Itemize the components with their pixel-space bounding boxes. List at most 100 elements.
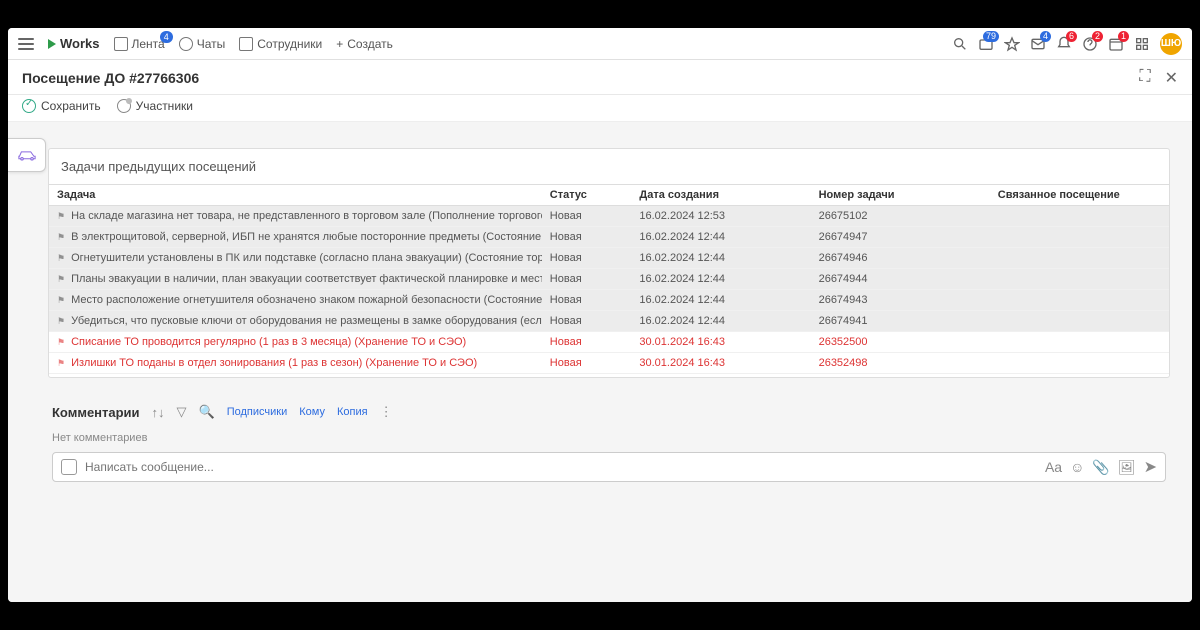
bell-badge: 6	[1066, 31, 1077, 42]
table-row[interactable]: Огнетушители установлены в ПК или подста…	[49, 248, 1169, 269]
expand-icon[interactable]: ⛶	[1139, 68, 1150, 88]
cell-linked	[990, 248, 1169, 268]
grid-icon[interactable]	[1134, 36, 1150, 52]
participants-button[interactable]: Участники	[117, 99, 193, 113]
cell-task: Огнетушители установлены в ПК или подста…	[49, 248, 542, 268]
cell-linked	[990, 311, 1169, 331]
table-row[interactable]: Демоформы упакованы в стреч-пленку (Хран…	[49, 374, 1169, 376]
cell-created: 16.02.2024 12:44	[631, 290, 810, 310]
feed-icon	[114, 37, 128, 51]
table-row[interactable]: Убедиться, что пусковые ключи от оборудо…	[49, 311, 1169, 332]
cell-status: Новая	[542, 332, 632, 352]
compose-bar: Aa ☺ 📎 🖼 ➤	[52, 452, 1166, 482]
cell-linked	[990, 206, 1169, 226]
save-button[interactable]: Сохранить	[22, 99, 101, 113]
cell-status: Новая	[542, 353, 632, 373]
comment-input[interactable]	[85, 460, 1037, 474]
bell-icon[interactable]: 6	[1056, 36, 1072, 52]
chat-icon	[179, 37, 193, 51]
cell-status: Новая	[542, 206, 632, 226]
no-comments: Нет комментариев	[52, 432, 1166, 444]
cell-created: 30.01.2024 16:43	[631, 332, 810, 352]
close-icon[interactable]: ✕	[1165, 68, 1178, 88]
brand-label: Works	[60, 36, 100, 51]
cell-status: Новая	[542, 311, 632, 331]
subscribers-link[interactable]: Подписчики	[227, 406, 288, 418]
search-icon[interactable]	[952, 36, 968, 52]
col-status[interactable]: Статус	[542, 185, 632, 205]
help-badge: 2	[1092, 31, 1103, 42]
col-linked[interactable]: Связанное посещение	[990, 185, 1169, 205]
star-icon[interactable]	[1004, 36, 1020, 52]
cell-status: Новая	[542, 248, 632, 268]
col-task[interactable]: Задача	[49, 185, 542, 205]
cell-status: Новая	[542, 374, 632, 376]
check-icon	[22, 99, 36, 113]
cell-task: В электрощитовой, серверной, ИБП не хран…	[49, 227, 542, 247]
filter-icon[interactable]: ▽	[177, 404, 187, 420]
nav-create[interactable]: + Создать	[336, 37, 393, 51]
sort-icon[interactable]: ↑↓	[152, 405, 165, 420]
table-row[interactable]: Место расположение огнетушителя обозначе…	[49, 290, 1169, 311]
cell-status: Новая	[542, 269, 632, 289]
nav-employees[interactable]: Сотрудники	[239, 37, 322, 51]
cell-task: Демоформы упакованы в стреч-пленку (Хран…	[49, 374, 542, 376]
table-row[interactable]: Излишки ТО поданы в отдел зонирования (1…	[49, 353, 1169, 374]
plus-icon: +	[336, 37, 343, 51]
calendar-badge: 1	[1118, 31, 1129, 42]
col-created[interactable]: Дата создания	[631, 185, 810, 205]
nav-employees-label: Сотрудники	[257, 37, 322, 51]
table-row[interactable]: Планы эвакуации в наличии, план эвакуаци…	[49, 269, 1169, 290]
cell-linked	[990, 227, 1169, 247]
col-number[interactable]: Номер задачи	[811, 185, 990, 205]
cell-created: 30.01.2024 16:43	[631, 374, 810, 376]
inbox-badge: 79	[983, 31, 999, 42]
image-icon[interactable]: 🖼	[1118, 459, 1136, 476]
emoji-icon[interactable]: ☺	[1070, 459, 1084, 475]
to-link[interactable]: Кому	[299, 406, 325, 418]
cell-number: 26675102	[811, 206, 990, 226]
mention-icon[interactable]	[61, 459, 77, 475]
attach-icon[interactable]: 📎	[1092, 459, 1109, 476]
send-icon[interactable]: ➤	[1144, 457, 1157, 477]
table-row[interactable]: На складе магазина нет товара, не предст…	[49, 206, 1169, 227]
table-header: Задача Статус Дата создания Номер задачи…	[49, 184, 1169, 206]
search-comments-icon[interactable]: 🔍	[199, 404, 215, 420]
cell-task: Убедиться, что пусковые ключи от оборудо…	[49, 311, 542, 331]
logo[interactable]: Works	[48, 36, 100, 51]
calendar-icon[interactable]: 1	[1108, 36, 1124, 52]
text-format-button[interactable]: Aa	[1045, 459, 1062, 475]
page-toolbar: Сохранить Участники	[8, 95, 1192, 122]
mail-badge: 4	[1040, 31, 1051, 42]
inbox-icon[interactable]: 79	[978, 36, 994, 52]
nav-feed[interactable]: Лента 4	[114, 37, 165, 51]
nav-chats[interactable]: Чаты	[179, 37, 226, 51]
feed-badge: 4	[160, 31, 173, 43]
page-title: Посещение ДО #27766306	[22, 70, 199, 86]
table-row[interactable]: Списание ТО проводится регулярно (1 раз …	[49, 332, 1169, 353]
cell-status: Новая	[542, 290, 632, 310]
help-icon[interactable]: 2	[1082, 36, 1098, 52]
cell-linked	[990, 269, 1169, 289]
more-icon[interactable]: ⋮	[380, 404, 393, 420]
side-tab-car[interactable]	[8, 138, 46, 172]
avatar[interactable]: ШЮ	[1160, 33, 1182, 55]
cell-created: 16.02.2024 12:44	[631, 311, 810, 331]
cell-task: Место расположение огнетушителя обозначе…	[49, 290, 542, 310]
people-icon	[239, 37, 253, 51]
mail-icon[interactable]: 4	[1030, 36, 1046, 52]
cell-number: 26352498	[811, 353, 990, 373]
table-row[interactable]: В электрощитовой, серверной, ИБП не хран…	[49, 227, 1169, 248]
tasks-panel: Задачи предыдущих посещений Задача Стату…	[48, 148, 1170, 378]
cell-created: 16.02.2024 12:44	[631, 248, 810, 268]
table-body[interactable]: На складе магазина нет товара, не предст…	[49, 206, 1169, 376]
cell-task: Излишки ТО поданы в отдел зонирования (1…	[49, 353, 542, 373]
copy-link[interactable]: Копия	[337, 406, 368, 418]
comments-section: Комментарии ↑↓ ▽ 🔍 Подписчики Кому Копия…	[48, 404, 1170, 482]
cell-created: 30.01.2024 16:43	[631, 353, 810, 373]
top-nav: Works Лента 4 Чаты Сотрудники + Соз	[8, 28, 1192, 60]
cell-linked	[990, 353, 1169, 373]
menu-icon[interactable]	[18, 38, 34, 50]
cell-linked	[990, 290, 1169, 310]
nav-create-label: Создать	[347, 37, 393, 51]
